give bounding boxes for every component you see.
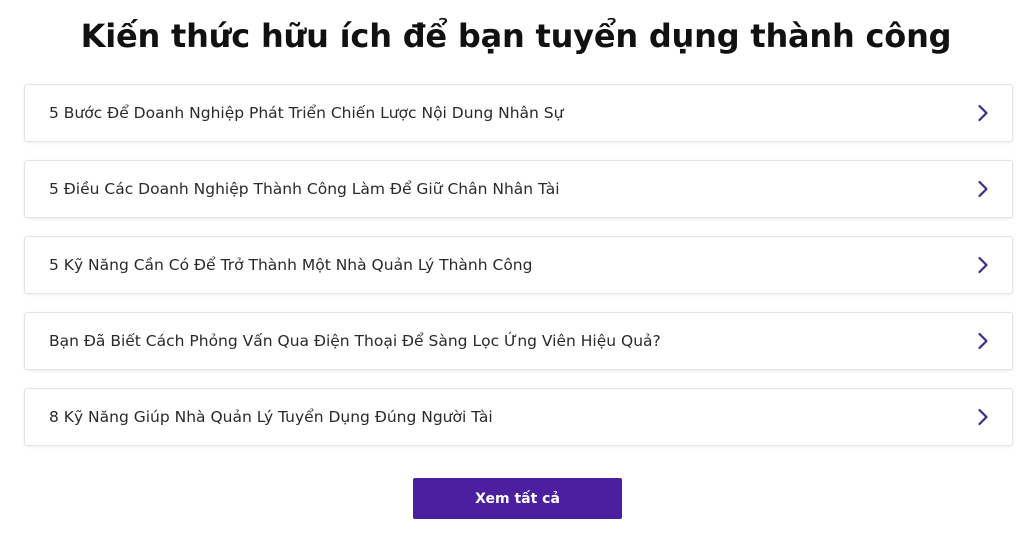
section-title: Kiến thức hữu ích để bạn tuyển dụng thàn… — [80, 17, 952, 55]
article-item[interactable]: 5 Bước Để Doanh Nghiệp Phát Triển Chiến … — [24, 84, 1013, 142]
article-item[interactable]: 5 Kỹ Năng Cần Có Để Trở Thành Một Nhà Qu… — [24, 236, 1013, 294]
chevron-right-icon — [976, 180, 990, 198]
article-item[interactable]: 8 Kỹ Năng Giúp Nhà Quản Lý Tuyển Dụng Đú… — [24, 388, 1013, 446]
article-item[interactable]: Bạn Đã Biết Cách Phỏng Vấn Qua Điện Thoạ… — [24, 312, 1013, 370]
article-title: 5 Kỹ Năng Cần Có Để Trở Thành Một Nhà Qu… — [49, 256, 533, 274]
article-list: 5 Bước Để Doanh Nghiệp Phát Triển Chiến … — [24, 84, 1013, 464]
chevron-right-icon — [976, 332, 990, 350]
view-all-button[interactable]: Xem tất cả — [413, 478, 622, 519]
article-title: 5 Điều Các Doanh Nghiệp Thành Công Làm Đ… — [49, 180, 560, 198]
article-title: 8 Kỹ Năng Giúp Nhà Quản Lý Tuyển Dụng Đú… — [49, 408, 493, 426]
article-title: 5 Bước Để Doanh Nghiệp Phát Triển Chiến … — [49, 104, 564, 122]
chevron-right-icon — [976, 256, 990, 274]
article-item[interactable]: 5 Điều Các Doanh Nghiệp Thành Công Làm Đ… — [24, 160, 1013, 218]
chevron-right-icon — [976, 104, 990, 122]
knowledge-section: Kiến thức hữu ích để bạn tuyển dụng thàn… — [0, 0, 1032, 534]
article-title: Bạn Đã Biết Cách Phỏng Vấn Qua Điện Thoạ… — [49, 332, 661, 350]
chevron-right-icon — [976, 408, 990, 426]
